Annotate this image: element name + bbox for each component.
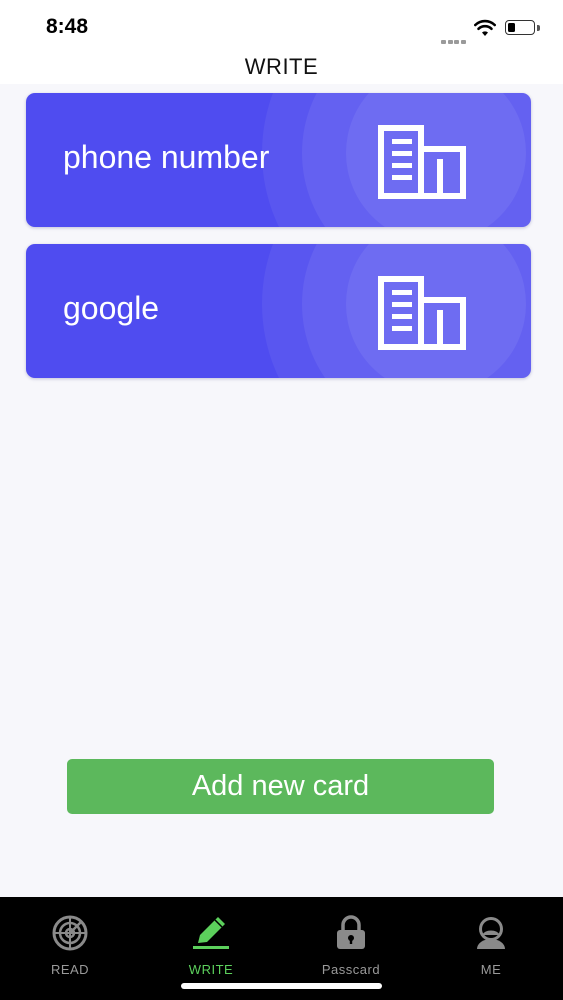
card-label: phone number	[63, 139, 270, 175]
battery-cap	[537, 25, 540, 31]
status-bar: 8:48	[0, 0, 563, 50]
wifi-icon	[474, 19, 496, 36]
tab-label: ME	[480, 962, 502, 977]
add-new-card-button[interactable]: Add new card	[67, 759, 494, 814]
card-phone-number[interactable]: phone number	[26, 93, 531, 227]
page-title: WRITE	[244, 54, 319, 79]
tab-me[interactable]: ME	[421, 897, 561, 987]
building-icon	[378, 125, 466, 199]
lock-icon	[337, 915, 365, 949]
cellular-signal-icon	[441, 31, 468, 44]
tab-label: READ	[50, 962, 90, 977]
home-indicator	[181, 983, 382, 989]
card-google[interactable]: google	[26, 244, 531, 378]
tab-label: Passcard	[321, 962, 381, 977]
building-icon	[378, 276, 466, 350]
card-label: google	[63, 290, 160, 326]
header: WRITE	[0, 50, 563, 84]
tab-write[interactable]: WRITE	[141, 897, 281, 987]
pencil-icon	[193, 917, 229, 949]
status-time: 8:48	[46, 15, 89, 38]
tab-label: WRITE	[188, 962, 234, 977]
battery-level	[508, 23, 516, 32]
tab-read[interactable]: READ	[0, 897, 140, 987]
radar-icon	[52, 915, 88, 951]
user-icon	[477, 917, 505, 949]
tab-passcard[interactable]: Passcard	[281, 897, 421, 987]
battery-icon	[505, 20, 535, 35]
